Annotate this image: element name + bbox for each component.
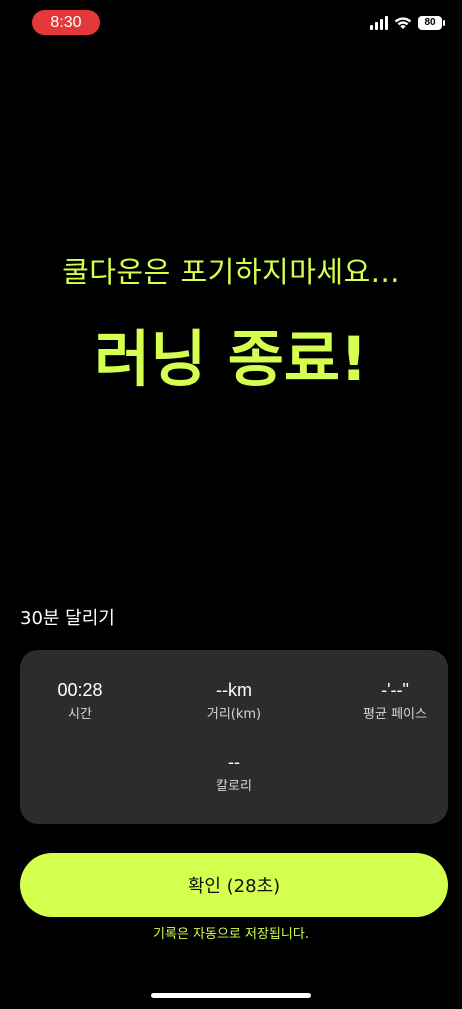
- stat-calories: -- 칼로리: [174, 750, 294, 796]
- cooldown-subtitle: 쿨다운은 포기하지마세요...: [62, 255, 400, 289]
- confirm-button[interactable]: 확인 (28초): [20, 853, 448, 917]
- stat-time: 00:28 시간: [20, 678, 140, 724]
- stat-time-value: 00:28: [57, 680, 103, 700]
- wifi-icon: [394, 17, 412, 29]
- stat-pace-value: -'--": [381, 680, 409, 700]
- signal-icon: [370, 16, 388, 30]
- stats-card: 00:28 시간 --km 거리(km) -'--" 평균 페이스 -- 칼로리: [20, 650, 448, 824]
- stat-calories-value: --: [228, 752, 240, 772]
- status-bar: 8:30 80: [0, 0, 462, 44]
- stat-distance-label: 거리(km): [206, 707, 262, 722]
- stat-time-label: 시간: [68, 707, 92, 722]
- stat-distance: --km 거리(km): [174, 678, 294, 724]
- status-time: 8:30: [32, 10, 100, 35]
- battery-icon: 80: [418, 16, 445, 30]
- stat-calories-label: 칼로리: [216, 779, 252, 794]
- page-title: 러닝 종료!: [94, 324, 368, 395]
- stat-pace-label: 평균 페이스: [363, 707, 427, 722]
- workout-title: 30분 달리기: [20, 608, 115, 629]
- home-indicator[interactable]: [151, 993, 311, 998]
- stat-pace: -'--" 평균 페이스: [335, 678, 455, 724]
- status-icons: 80: [370, 14, 445, 32]
- stat-distance-value: --km: [216, 680, 252, 700]
- auto-save-note: 기록은 자동으로 저장됩니다.: [153, 927, 309, 942]
